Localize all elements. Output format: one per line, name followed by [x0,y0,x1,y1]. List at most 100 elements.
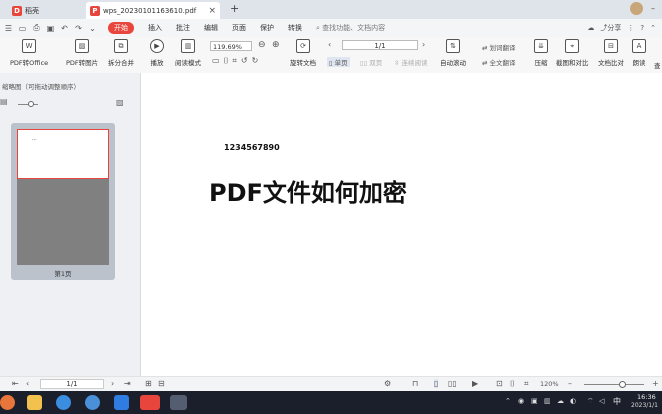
chrome-icon[interactable] [56,395,71,410]
tray-icon-3[interactable]: ▥ [544,397,551,405]
app-icon[interactable] [114,395,129,410]
redo-icon[interactable]: ↷ [73,23,84,34]
status-page-input[interactable]: 1/1 [40,379,104,389]
single-page-icon: ▯ [329,59,333,67]
share-button[interactable]: ⤴分享 [600,23,621,33]
page-input[interactable]: 1/1 [342,40,418,50]
tab-home[interactable]: D 稻壳 [8,2,82,19]
menu-convert[interactable]: 转换 [288,23,302,33]
search-box[interactable]: ⌕ 查找功能、文档内容 [316,23,385,33]
tray-icon-2[interactable]: ▣ [531,397,538,405]
thumbnail-view-icon[interactable]: ▤ [0,97,12,109]
status-zoom-out-icon[interactable]: – [568,379,572,388]
prev-page-status-icon[interactable]: ‹ [26,379,29,388]
add-page-icon[interactable]: ⊞ [145,379,152,388]
more-tools-label[interactable]: 查 [654,60,661,70]
column-icon[interactable]: ⊓ [412,379,418,388]
menu-insert[interactable]: 插入 [148,23,162,33]
fit-page-status-icon[interactable]: ⊡ [496,379,503,388]
rotate-doc-button[interactable]: ⟳ 旋转文档 [290,39,316,67]
pdf-to-image-button[interactable]: ▨ PDF转图片 [66,39,98,67]
image-view-icon[interactable]: ▨ [116,98,124,107]
view-tools[interactable]: ▭⌷⌗↺↻ [212,56,262,66]
clock-time[interactable]: 16:36 [637,393,656,401]
clock-date[interactable]: 2023/1/1 [631,402,658,409]
fit-page-icon[interactable]: ▭ [212,56,224,65]
file-explorer-icon[interactable] [27,395,42,410]
screenshot-compare-button[interactable]: ⌖ 截图和对比 [556,39,589,67]
auto-scroll-button[interactable]: ⇅ 自动滚动 [440,39,466,67]
next-page-status-icon[interactable]: › [111,379,114,388]
status-zoom-value[interactable]: 120% [540,380,559,388]
undo-icon[interactable]: ↶ [59,23,70,34]
next-page-icon[interactable]: › [422,40,425,49]
status-zoom-handle[interactable] [619,381,626,388]
compress-button[interactable]: ⇊ 压缩 [534,39,548,67]
select-icon[interactable]: ⌗ [232,56,241,65]
thumbnail-shadow [17,179,109,265]
play-status-icon[interactable]: ▶ [472,379,478,388]
tab-pdf[interactable]: P wps_20230101163610.pdf × [86,2,220,19]
rotate-right-icon[interactable]: ↻ [252,56,263,65]
play-button[interactable]: ▶ 播放 [150,39,164,67]
rotate-left-icon[interactable]: ↺ [241,56,252,65]
delete-page-icon[interactable]: ⊟ [158,379,165,388]
zoom-in-icon[interactable]: ⊕ [272,40,280,50]
fit-width-status-icon[interactable]: ⌷ [510,379,515,389]
chevron-down-icon[interactable]: ⌄ [87,23,98,34]
split-merge-button[interactable]: ⧉ 拆分合并 [108,39,134,67]
ime-indicator[interactable]: 中 [613,396,621,407]
menu-annotate[interactable]: 批注 [176,23,190,33]
tray-icon-4[interactable]: ☁ [557,397,564,405]
more-icon[interactable]: ⋮ [627,24,634,32]
single-page-button[interactable]: ▯ 单页 [327,57,350,67]
prev-page-icon[interactable]: ‹ [328,40,331,49]
read-aloud-button[interactable]: A 朗读 [632,39,646,67]
wps-icon[interactable] [140,395,160,410]
avatar[interactable] [630,2,643,15]
cloud-icon[interactable]: ☁ [587,24,594,32]
wifi-icon[interactable]: ⌔ [587,397,594,406]
eye-protect-icon[interactable]: ⚙ [384,379,391,388]
single-view-icon[interactable]: ▯ [434,379,439,388]
tray-icon-1[interactable]: ◉ [518,397,524,405]
double-view-icon[interactable]: ▯▯ [448,379,457,388]
compress-label: 压缩 [534,59,548,67]
chrome-icon-2[interactable] [85,395,100,410]
volume-icon[interactable]: ◁ [599,397,604,405]
pdf-to-office-button[interactable]: W PDF转Office [10,39,48,67]
collapse-icon[interactable]: ⌃ [650,24,656,32]
actual-size-icon[interactable]: ⌗ [524,379,529,389]
terminal-icon[interactable] [170,395,187,410]
menu-icon[interactable]: ☰ [3,23,14,34]
menu-start[interactable]: 开始 [108,22,134,34]
double-page-button[interactable]: ▯▯ 双页 [360,57,382,67]
first-page-icon[interactable]: ⇤ [12,379,19,388]
menu-bar: ☰ ▭ ⎙ ▣ ↶ ↷ ⌄ 开始 插入 批注 编辑 页面 保护 转换 ⌕ 查找功… [0,19,662,37]
menu-page[interactable]: 页面 [232,23,246,33]
help-icon[interactable]: ? [640,24,644,32]
slider-handle[interactable] [28,101,34,107]
continuous-button[interactable]: ⇳ 连续阅读 [394,57,428,67]
firefox-icon[interactable] [0,395,15,410]
save-icon[interactable]: ▣ [45,23,56,34]
new-tab-button[interactable]: + [230,2,239,15]
full-translate-button[interactable]: ⇄ 全文翻译 [482,57,516,67]
menu-edit[interactable]: 编辑 [204,23,218,33]
menu-protect[interactable]: 保护 [260,23,274,33]
status-zoom-slider[interactable] [584,384,644,385]
tray-chevron-icon[interactable]: ⌃ [505,397,511,405]
read-mode-button[interactable]: ▥ 阅读模式 [175,39,201,67]
tray-icon-5[interactable]: ◐ [570,397,576,405]
zoom-select[interactable]: 119.69% [210,41,252,51]
doc-compare-button[interactable]: ⊟ 文档比对 [598,39,624,67]
status-zoom-in-icon[interactable]: + [652,379,659,388]
last-page-icon[interactable]: ⇥ [124,379,131,388]
thumbnail-card[interactable]: ... 第1页 [11,123,115,280]
close-tab-icon[interactable]: × [208,6,216,16]
zoom-out-icon[interactable]: ⊖ [258,40,266,50]
print-icon[interactable]: ⎙ [31,23,42,34]
folder-icon[interactable]: ▭ [17,23,28,34]
translate-button[interactable]: ⇄ 划词翻译 [482,42,516,52]
window-minimize-icon[interactable]: – [651,4,655,13]
